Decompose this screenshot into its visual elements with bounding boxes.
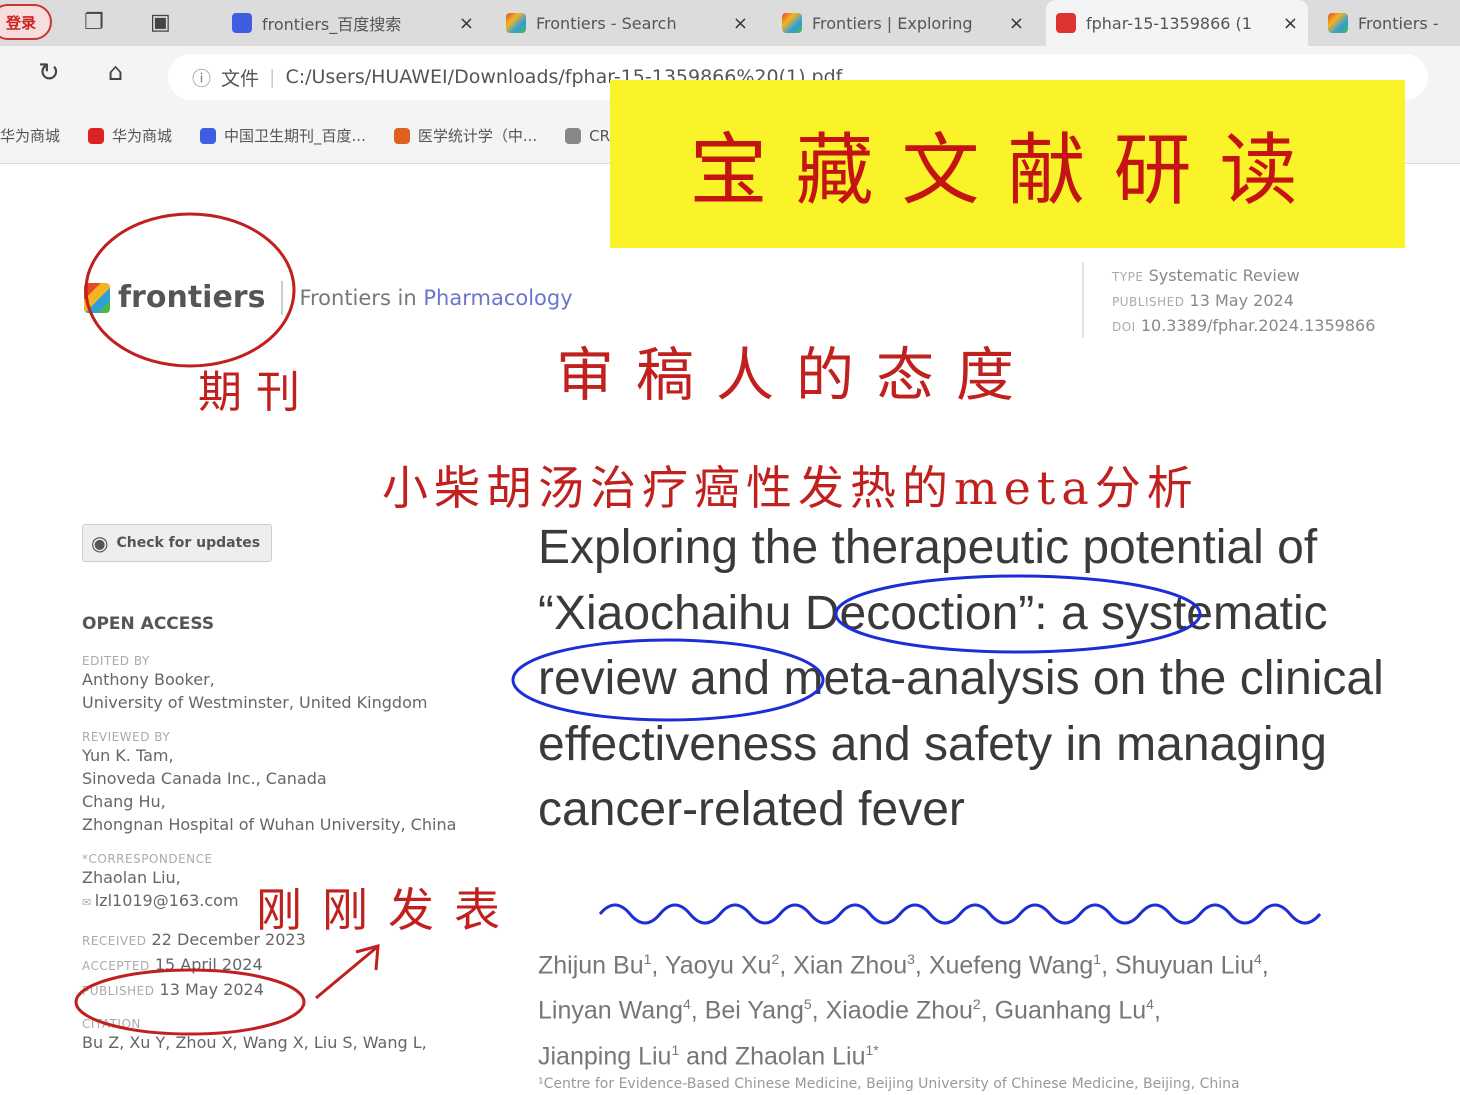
dates-circle [74,968,306,1036]
logo-circle [84,212,296,368]
decoction-circle [511,638,825,722]
arrow-icon [315,943,380,1000]
fever-underline [598,903,1322,925]
ink-annotations [74,212,1322,1036]
xiaochaihu-circle [834,574,1202,654]
